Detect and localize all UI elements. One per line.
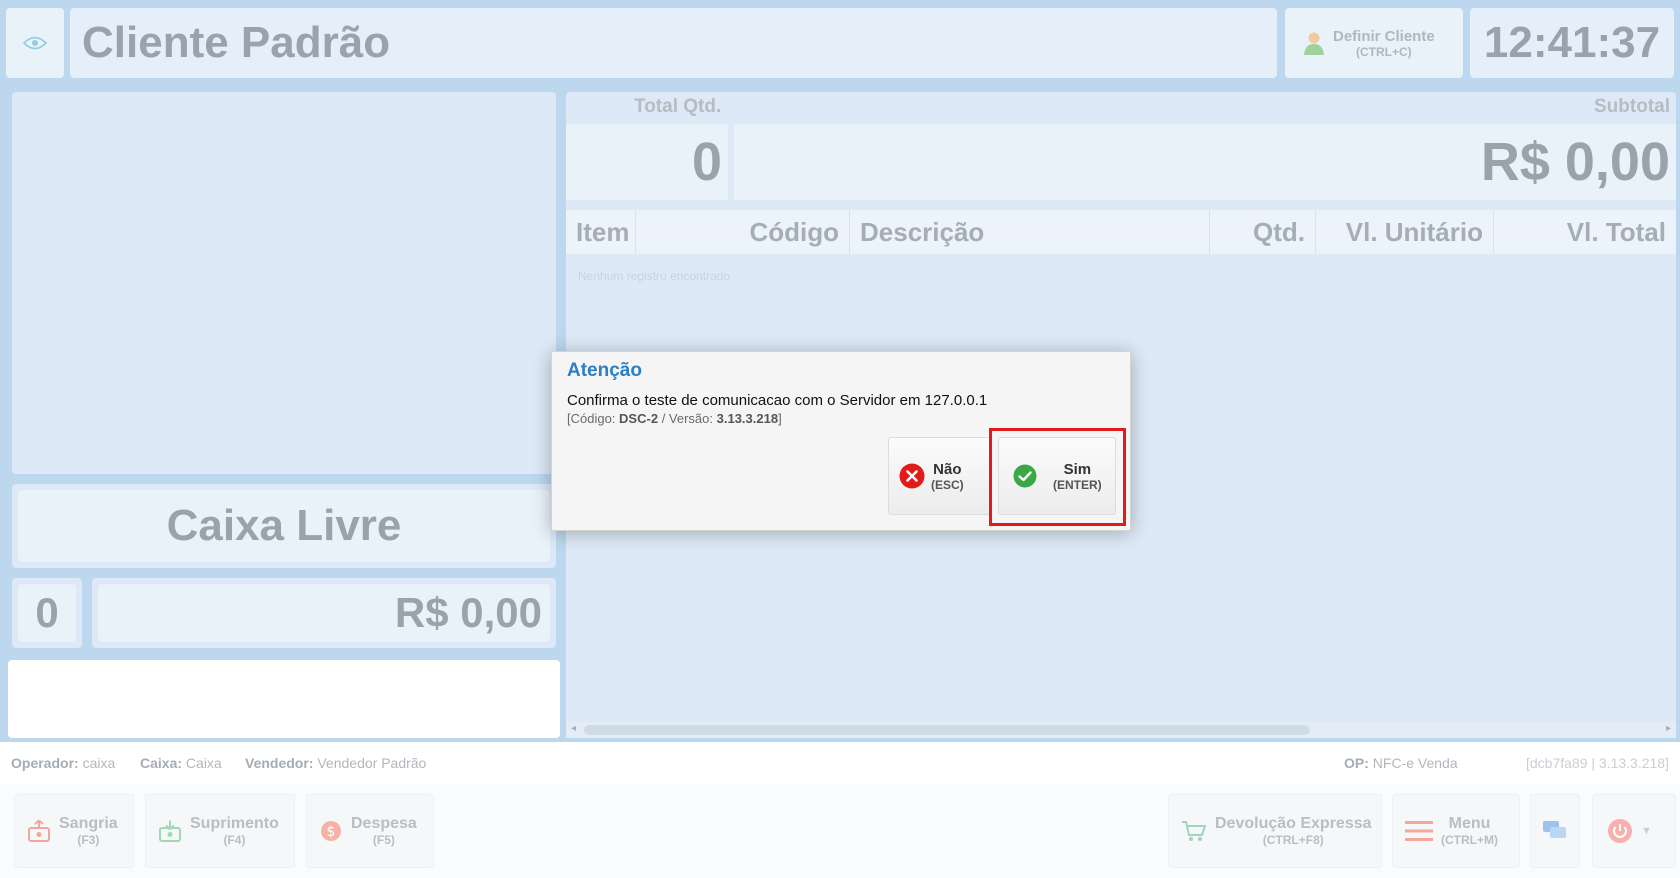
column-header-descricao[interactable]: Descrição: [850, 210, 1210, 254]
status-bar: Operador: caixa Caixa: Caixa Vendedor: V…: [0, 742, 1680, 784]
dialog-version-label: / Versão:: [661, 411, 713, 426]
devolucao-shortcut: (CTRL+F8): [1262, 833, 1324, 847]
chevron-down-icon[interactable]: ▼: [1641, 825, 1652, 837]
despesa-icon: $: [321, 821, 341, 841]
despesa-label: Despesa: [351, 815, 417, 832]
register-status-box: Caixa Livre: [12, 484, 556, 568]
dialog-code-value: DSC-2: [619, 411, 659, 426]
register-info: Caixa: Caixa: [140, 755, 222, 771]
seller-value: Vendedor Padrão: [317, 755, 427, 771]
top-bar: Cliente Padrão Definir Cliente (CTRL+C) …: [0, 0, 1680, 84]
menu-shortcut: (CTRL+M): [1441, 833, 1498, 847]
operation-value: NFC-e Venda: [1372, 755, 1458, 771]
dialog-code-label: [Código:: [567, 411, 616, 426]
suprimento-icon: [159, 820, 181, 842]
total-qtd-value: 0: [566, 124, 728, 200]
visibility-toggle-button[interactable]: [6, 8, 64, 78]
dialog-title: Atenção: [567, 360, 642, 381]
amount-box: R$ 0,00: [92, 578, 556, 648]
despesa-shortcut: (F5): [372, 833, 395, 847]
bottom-toolbar: Sangria (F3) Suprimento (F4) $ Despesa (…: [0, 784, 1680, 878]
subtotal-value: R$ 0,00: [734, 124, 1676, 200]
devolucao-expressa-button[interactable]: Devolução Expressa (CTRL+F8): [1168, 794, 1382, 868]
dialog-code-close: ]: [778, 411, 782, 426]
no-label: Não: [933, 460, 962, 478]
scroll-right-icon[interactable]: ▸: [1666, 723, 1671, 734]
dialog-code-line: [Código: DSC-2 / Versão: 3.13.3.218]: [567, 411, 782, 426]
client-name: Cliente Padrão: [70, 8, 1277, 78]
items-table-header: Item Código Descrição Qtd. Vl. Unitário …: [566, 210, 1676, 254]
power-button[interactable]: ▼: [1592, 794, 1676, 868]
column-header-vl-total[interactable]: Vl. Total: [1494, 210, 1676, 254]
product-image-area: [12, 92, 556, 474]
operator-value: caixa: [82, 755, 116, 771]
dialog-version-value: 3.13.3.218: [716, 411, 779, 426]
sangria-icon: [28, 820, 50, 842]
chat-icon: [1543, 821, 1566, 838]
scrollbar-thumb[interactable]: [584, 725, 1310, 735]
cancel-icon: [899, 463, 925, 489]
empty-table-message: Nenhum registro encontrado: [578, 269, 731, 283]
eye-icon: [23, 36, 47, 50]
menu-button[interactable]: Menu (CTRL+M): [1392, 794, 1520, 868]
register-label: Caixa:: [140, 755, 183, 771]
chat-button[interactable]: [1530, 794, 1580, 868]
clock: 12:41:37: [1470, 8, 1674, 78]
sangria-label: Sangria: [59, 815, 118, 832]
sangria-shortcut: (F3): [77, 833, 100, 847]
version-info: [dcb7fa89 | 3.13.3.218]: [1526, 755, 1669, 771]
operation-info: OP: NFC-e Venda: [1344, 755, 1458, 771]
define-client-label: Definir Cliente: [1333, 27, 1435, 45]
suprimento-label: Suprimento: [190, 815, 279, 832]
total-qtd-label: Total Qtd.: [634, 96, 722, 117]
seller-info: Vendedor: Vendedor Padrão: [245, 755, 426, 771]
barcode-input-area[interactable]: [8, 660, 560, 738]
operation-label: OP:: [1344, 755, 1369, 771]
define-client-shortcut: (CTRL+C): [1356, 44, 1412, 59]
horizontal-scrollbar[interactable]: ◂ ▸: [566, 722, 1676, 738]
operator-label: Operador:: [11, 755, 79, 771]
dialog-message: Confirma o teste de comunicacao com o Se…: [567, 392, 988, 409]
menu-label: Menu: [1448, 815, 1491, 832]
despesa-button[interactable]: $ Despesa (F5): [306, 794, 434, 868]
define-client-button[interactable]: Definir Cliente (CTRL+C): [1285, 8, 1463, 78]
scroll-left-icon[interactable]: ◂: [571, 723, 576, 734]
subtotal-label: Subtotal: [1594, 96, 1670, 117]
no-button[interactable]: Não (ESC): [888, 437, 992, 515]
column-header-codigo[interactable]: Código: [636, 210, 850, 254]
item-count: 0: [18, 584, 76, 642]
seller-label: Vendedor:: [245, 755, 314, 771]
devolucao-label: Devolução Expressa: [1215, 815, 1372, 832]
register-status: Caixa Livre: [18, 490, 550, 562]
item-count-box: 0: [12, 578, 82, 648]
svg-text:$: $: [327, 824, 336, 840]
sangria-button[interactable]: Sangria (F3): [14, 794, 134, 868]
no-shortcut: (ESC): [931, 477, 964, 492]
column-header-vl-unitario[interactable]: Vl. Unitário: [1316, 210, 1494, 254]
yes-button-highlight: [989, 428, 1126, 526]
menu-icon: [1405, 821, 1433, 841]
suprimento-shortcut: (F4): [223, 833, 246, 847]
amount-value: R$ 0,00: [98, 584, 550, 642]
cart-icon: [1182, 821, 1207, 841]
register-value: Caixa: [185, 755, 222, 771]
column-header-item[interactable]: Item: [566, 210, 636, 254]
suprimento-button[interactable]: Suprimento (F4): [145, 794, 295, 868]
column-header-qtd[interactable]: Qtd.: [1210, 210, 1316, 254]
power-icon: [1608, 819, 1632, 843]
user-icon: [1304, 32, 1324, 55]
operator-info: Operador: caixa: [11, 755, 115, 771]
